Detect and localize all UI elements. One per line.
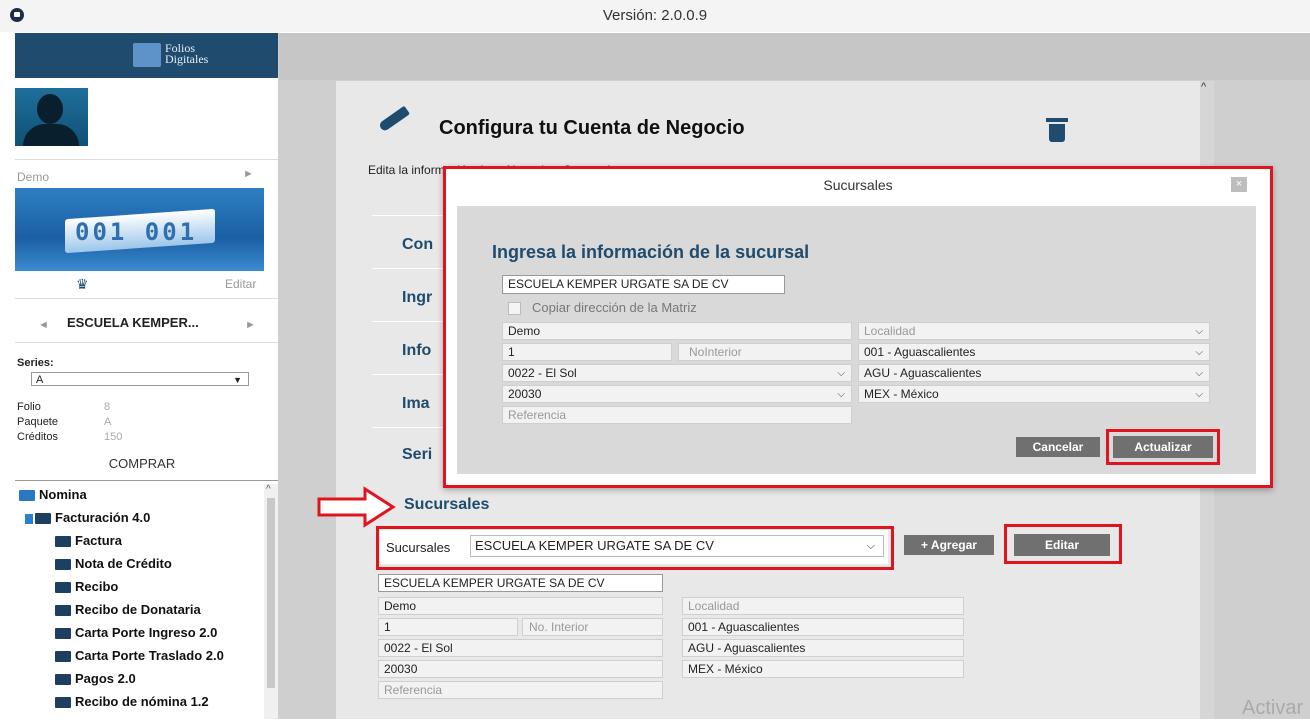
company-prev-icon[interactable]: ◄ [38, 319, 49, 331]
divider [15, 298, 278, 299]
tree-item-recibo[interactable]: Recibo [55, 579, 118, 594]
tree-item-label: Carta Porte Traslado 2.0 [75, 648, 224, 663]
folder-icon [25, 513, 33, 524]
tree-item-label: Recibo de Donataria [75, 602, 201, 617]
brand-header: Folios Digitales [15, 33, 278, 78]
section-series[interactable]: Seri [402, 446, 432, 464]
trash-lid [1046, 118, 1068, 122]
document-icon [55, 697, 71, 709]
tree-item-label: Recibo de nómina 1.2 [75, 694, 209, 709]
folder-icon [35, 513, 51, 525]
account-next-icon[interactable]: ► [243, 168, 254, 180]
tree-scrollbar[interactable]: ^ [264, 484, 278, 719]
folio-value: 8 [104, 401, 111, 413]
activation-watermark: Activar [1242, 697, 1304, 719]
section-imagen[interactable]: Ima [402, 395, 430, 413]
branch-colonia-field[interactable]: 0022 - El Sol [378, 639, 663, 657]
branch-street-field[interactable]: Demo [378, 597, 663, 615]
branch-estado-field[interactable]: AGU - Aguascalientes [682, 639, 964, 657]
divider [15, 480, 278, 481]
tree-item-carta-porte-traslado[interactable]: Carta Porte Traslado 2.0 [55, 648, 224, 663]
brand-name: Folios Digitales [165, 41, 209, 66]
tree-item-facturacion[interactable]: Facturación 4.0 [25, 510, 150, 525]
tree-item-pagos[interactable]: Pagos 2.0 [55, 671, 136, 686]
branch-municipio-field[interactable]: 001 - Aguascalientes [682, 618, 964, 636]
tree-item-label: Pagos 2.0 [75, 671, 136, 686]
branch-int-number-field[interactable]: No. Interior [522, 618, 663, 636]
avatar-head-icon [37, 94, 63, 124]
divider [15, 342, 278, 343]
folio-label: Folio [17, 401, 41, 413]
series-value: A [36, 374, 44, 386]
scrollbar-thumb[interactable] [267, 498, 275, 688]
sucursales-heading: Sucursales [404, 496, 490, 513]
tree-item-factura[interactable]: Factura [55, 533, 122, 548]
tree-item-carta-porte-ingreso[interactable]: Carta Porte Ingreso 2.0 [55, 625, 217, 640]
folder-icon [19, 490, 35, 502]
tree-item-label: Carta Porte Ingreso 2.0 [75, 625, 218, 640]
tree-item-label: Nomina [39, 487, 87, 502]
branch-zip-field[interactable]: 20030 [378, 660, 663, 678]
main-header-bar [279, 33, 1310, 80]
branch-ext-number-field[interactable]: 1 [378, 618, 518, 636]
section-informacion[interactable]: Info [402, 342, 431, 360]
trash-icon[interactable] [1046, 118, 1068, 142]
account-name: Demo [17, 170, 50, 184]
document-icon [55, 674, 71, 686]
company-name: ESCUELA KEMPER... [67, 315, 199, 330]
tree-item-label: Factura [75, 533, 122, 548]
series-select[interactable]: A ▼ [31, 372, 249, 386]
document-icon [55, 536, 71, 548]
creditos-label: Créditos [17, 431, 58, 443]
app-icon [10, 8, 24, 22]
paquete-label: Paquete [17, 416, 58, 428]
version-label: Versión: 2.0.0.9 [602, 7, 708, 24]
highlight-box [1004, 524, 1122, 564]
chevron-down-icon: ▼ [233, 375, 242, 385]
document-icon [55, 605, 71, 617]
highlight-box [376, 526, 894, 570]
title-bar: Versión: 2.0.0.9 [0, 0, 1310, 32]
branch-name-field[interactable]: ESCUELA KEMPER URGATE SA DE CV [378, 574, 663, 592]
divider [15, 159, 278, 160]
branch-pais-field[interactable]: MEX - México [682, 660, 964, 678]
page-title: Configura tu Cuenta de Negocio [439, 117, 745, 139]
tree-item-label: Nota de Crédito [75, 556, 172, 571]
paquete-value: A [104, 416, 112, 428]
buy-button[interactable]: COMPRAR [17, 456, 267, 471]
company-next-icon[interactable]: ► [245, 319, 256, 331]
crown-icon: ♛ [76, 276, 89, 292]
tree-item-label: Facturación 4.0 [55, 510, 151, 525]
section-ingresos[interactable]: Ingr [402, 289, 432, 307]
tree-item-recibo-nomina[interactable]: Recibo de nómina 1.2 [55, 694, 209, 709]
chevron-up-icon[interactable]: ^ [266, 484, 271, 495]
series-label: Series: [17, 357, 54, 369]
edit-logo-link[interactable]: Editar [225, 277, 256, 291]
document-icon [55, 651, 71, 663]
tree-item-nomina[interactable]: Nomina [19, 487, 87, 502]
creditos-value: 150 [104, 431, 123, 443]
avatar[interactable] [15, 88, 88, 146]
chevron-up-icon[interactable]: ^ [1201, 81, 1206, 93]
trash-bin [1049, 124, 1065, 142]
tree-item-nota-credito[interactable]: Nota de Crédito [55, 556, 172, 571]
dialog-highlight-box [443, 166, 1273, 488]
section-config[interactable]: Con [402, 236, 433, 254]
avatar-body-icon [23, 124, 79, 146]
tree-item-recibo-donataria[interactable]: Recibo de Donataria [55, 602, 201, 617]
document-icon [55, 628, 71, 640]
document-icon [55, 559, 71, 571]
add-branch-button[interactable]: + Agregar [904, 535, 994, 555]
arrow-right-icon [317, 486, 396, 528]
branch-localidad-field[interactable]: Localidad [682, 597, 964, 615]
logo-digits: 001 001 [75, 218, 198, 246]
document-icon [55, 582, 71, 594]
brand-logo-icon [133, 43, 161, 67]
tree-item-label: Recibo [75, 579, 119, 594]
branch-reference-field[interactable]: Referencia [378, 681, 663, 699]
company-logo-image: 001 001 [15, 188, 264, 271]
